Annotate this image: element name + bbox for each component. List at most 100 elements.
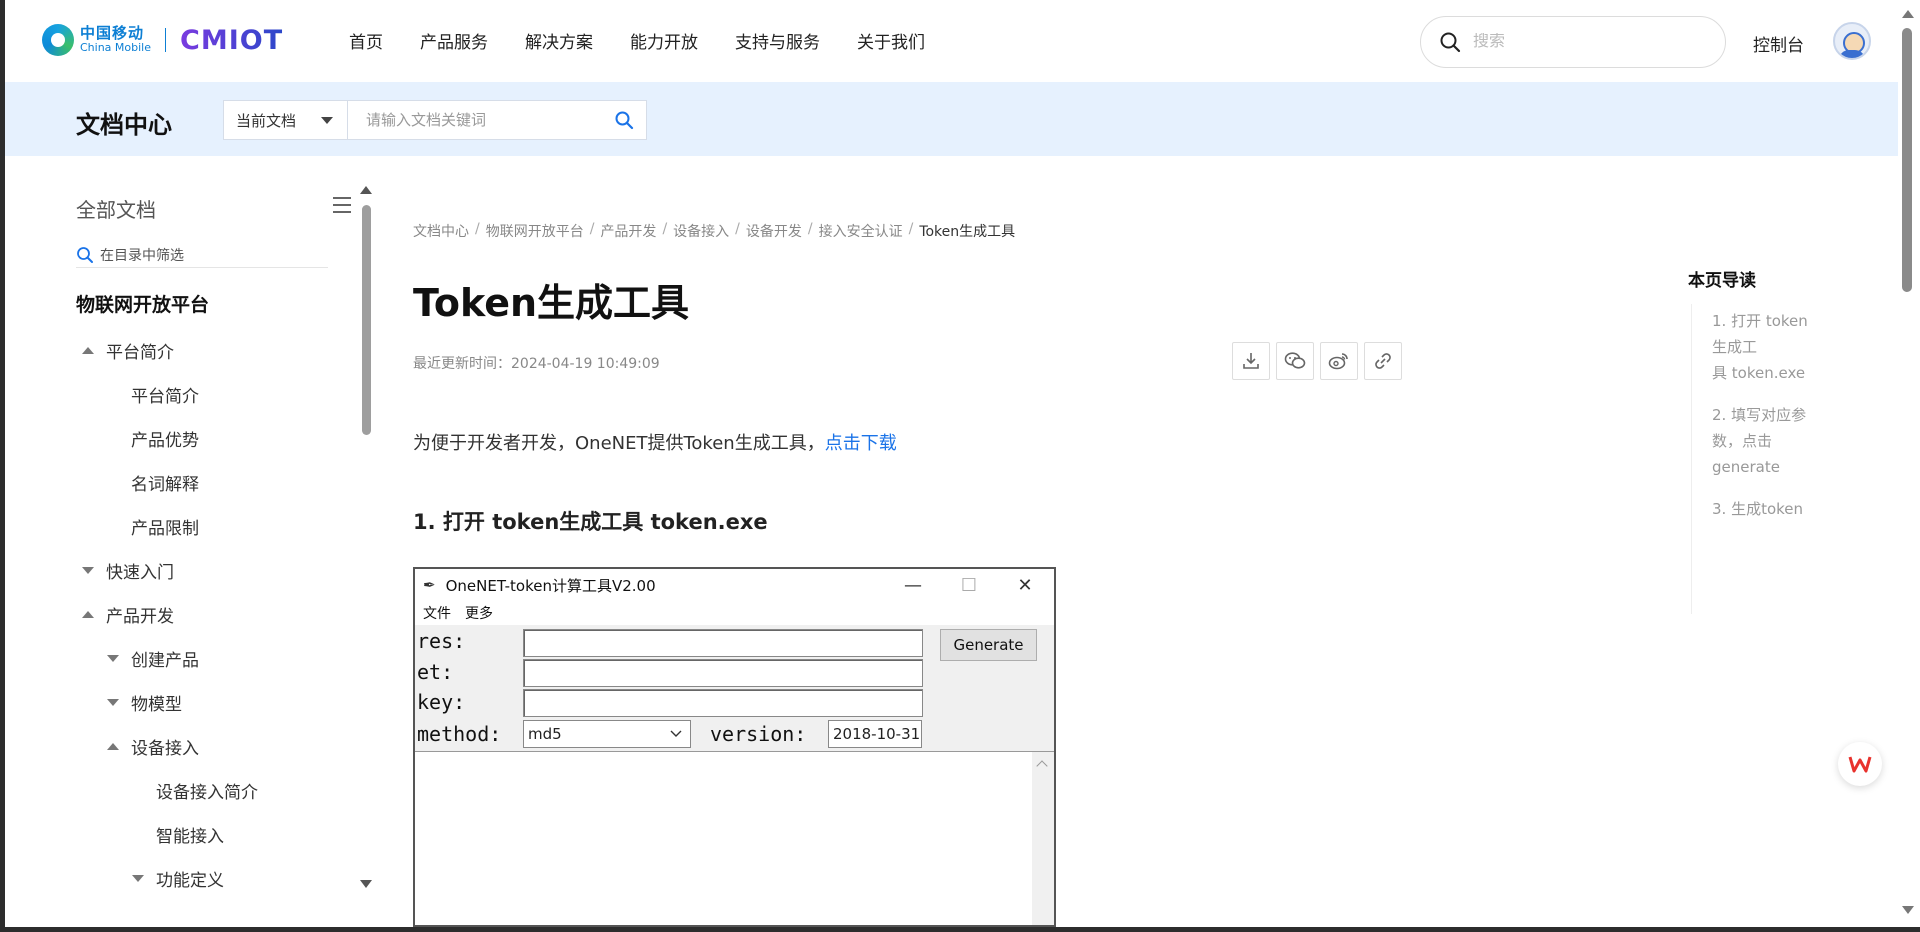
top-navigation: 中国移动 China Mobile CMIOT 首页 产品服务 解决方案 能力开… (5, 0, 1898, 82)
maximize-icon: ☐ (960, 574, 978, 596)
app-output-scrollbar (1032, 751, 1054, 925)
et-field (523, 659, 923, 687)
nav-about[interactable]: 关于我们 (857, 28, 925, 53)
wechat-icon (1284, 352, 1306, 369)
key-field (523, 689, 923, 717)
tree-item-glossary[interactable]: 名词解释 (76, 460, 346, 504)
sidebar-scrollbar[interactable] (362, 205, 371, 435)
generate-button: Generate (940, 629, 1037, 661)
download-button[interactable] (1232, 342, 1270, 380)
breadcrumb-item[interactable]: 设备开发 (746, 221, 802, 241)
site-search[interactable] (1420, 16, 1726, 68)
page-scroll-up-icon[interactable] (1902, 10, 1914, 18)
user-avatar[interactable] (1833, 22, 1871, 60)
version-field: 2018-10-31 (828, 720, 922, 748)
collapse-toggle-icon (132, 874, 144, 882)
cmiot-logo: CMIOT (180, 24, 284, 56)
tree-item-product-dev[interactable]: 产品开发 (76, 592, 346, 636)
download-icon (1243, 353, 1259, 369)
breadcrumb-item[interactable]: 文档中心 (413, 221, 469, 241)
logo-divider (165, 28, 167, 52)
wechat-share-button[interactable] (1276, 342, 1314, 380)
chevron-down-icon (321, 116, 333, 124)
page-scroll-down-icon[interactable] (1902, 906, 1914, 914)
download-link[interactable]: 点击下载 (825, 433, 897, 454)
tree-item-quickstart[interactable]: 快速入门 (76, 548, 346, 592)
nav-solutions[interactable]: 解决方案 (525, 28, 593, 53)
main-nav: 首页 产品服务 解决方案 能力开放 支持与服务 关于我们 (349, 28, 925, 53)
console-link[interactable]: 控制台 (1753, 31, 1804, 56)
nav-capabilities[interactable]: 能力开放 (630, 28, 698, 53)
china-mobile-logo-icon (42, 24, 74, 56)
breadcrumb-item[interactable]: 产品开发 (600, 221, 656, 241)
minimize-icon: — (904, 574, 922, 596)
breadcrumb-current: Token生成工具 (919, 224, 1016, 240)
method-label: method: (417, 722, 502, 746)
brand-logo[interactable]: 中国移动 China Mobile CMIOT (42, 24, 283, 56)
doc-center-title: 文档中心 (76, 111, 172, 139)
et-label: et: (417, 660, 454, 684)
brand-cn: 中国移动 (80, 24, 145, 43)
search-scope-select[interactable]: 当前文档 (224, 101, 348, 139)
sidebar-scroll-up-icon[interactable] (360, 186, 372, 194)
tree-item-thing-model[interactable]: 物模型 (76, 680, 346, 724)
toc-divider (1691, 304, 1692, 614)
intro-text: 为便于开发者开发，OneNET提供Token生成工具， (413, 433, 825, 454)
section-heading-1: 1. 打开 token生成工具 token.exe (413, 510, 768, 534)
collapse-toggle-icon (107, 654, 119, 662)
app-titlebar: ✒ OneNET-token计算工具V2.00 — ☐ ✕ (415, 569, 1054, 601)
breadcrumb: 文档中心 / 物联网开放平台 / 产品开发 / 设备接入 / 设备开发 / 接入安全认证 /… (413, 221, 1016, 241)
toc-item-2[interactable]: 2. 填写对应参数，点击generate (1712, 402, 1822, 480)
all-docs-heading[interactable]: 全部文档 (76, 194, 156, 223)
page-scrollbar[interactable] (1902, 28, 1912, 292)
doc-search-button[interactable] (602, 101, 646, 139)
token-tool-screenshot: ✒ OneNET-token计算工具V2.00 — ☐ ✕ 文件 更多 res:… (413, 567, 1056, 927)
doc-tree: 平台简介 平台简介 产品优势 名词解释 产品限制 快速入门 产品开发 创建产品 … (76, 328, 346, 900)
breadcrumb-item[interactable]: 设备接入 (673, 221, 729, 241)
copy-link-button[interactable] (1364, 342, 1402, 380)
expand-toggle-icon (82, 346, 94, 354)
tree-item-advantages[interactable]: 产品优势 (76, 416, 346, 460)
collapse-toggle-icon (82, 566, 94, 574)
weibo-share-button[interactable] (1320, 342, 1358, 380)
sidebar-scroll-down-icon[interactable] (360, 880, 372, 888)
expand-toggle-icon (82, 610, 94, 618)
tree-filter-input[interactable] (100, 246, 300, 263)
chevron-down-icon (670, 730, 682, 737)
tree-item-platform-intro-page[interactable]: 平台简介 (76, 372, 346, 416)
tree-item-limits[interactable]: 产品限制 (76, 504, 346, 548)
breadcrumb-item[interactable]: 接入安全认证 (819, 221, 903, 241)
res-field (523, 629, 923, 657)
wps-icon (1848, 756, 1872, 773)
doc-sidebar: 全部文档 物联网开放平台 平台简介 平台简介 产品优势 名词解释 产品限制 快速… (5, 156, 355, 927)
close-icon: ✕ (1017, 574, 1033, 596)
menu-icon[interactable] (332, 196, 352, 214)
intro-paragraph: 为便于开发者开发，OneNET提供Token生成工具，点击下载 (413, 429, 897, 455)
platform-title[interactable]: 物联网开放平台 (76, 290, 209, 317)
tree-item-smart-access[interactable]: 智能接入 (76, 812, 346, 856)
nav-support[interactable]: 支持与服务 (735, 28, 820, 53)
toc-item-1[interactable]: 1. 打开 token生成工 具 token.exe (1712, 308, 1822, 386)
link-icon (1375, 353, 1391, 369)
tree-item-create-product[interactable]: 创建产品 (76, 636, 346, 680)
tree-item-function-definition[interactable]: 功能定义 (76, 856, 346, 900)
collapse-toggle-icon (107, 698, 119, 706)
version-label: version: (710, 722, 807, 746)
tree-filter (76, 242, 328, 268)
page-title: Token生成工具 (413, 281, 690, 325)
doc-search-input[interactable] (348, 111, 602, 129)
breadcrumb-item[interactable]: 物联网开放平台 (486, 221, 584, 241)
app-title: OneNET-token计算工具V2.00 (445, 576, 656, 595)
site-search-input[interactable] (1473, 33, 1693, 51)
tree-item-device-access[interactable]: 设备接入 (76, 724, 346, 768)
app-menu-more: 更多 (465, 606, 493, 622)
toc-list: 1. 打开 token生成工 具 token.exe 2. 填写对应参数，点击g… (1712, 308, 1822, 538)
nav-products[interactable]: 产品服务 (420, 28, 488, 53)
tree-item-device-access-intro[interactable]: 设备接入简介 (76, 768, 346, 812)
wps-float-button[interactable] (1838, 742, 1882, 786)
toc-item-3[interactable]: 3. 生成token (1712, 496, 1822, 522)
nav-home[interactable]: 首页 (349, 28, 383, 53)
tree-item-platform-intro[interactable]: 平台简介 (76, 328, 346, 372)
method-select: md5 (523, 720, 691, 748)
feather-icon: ✒ (423, 576, 436, 594)
